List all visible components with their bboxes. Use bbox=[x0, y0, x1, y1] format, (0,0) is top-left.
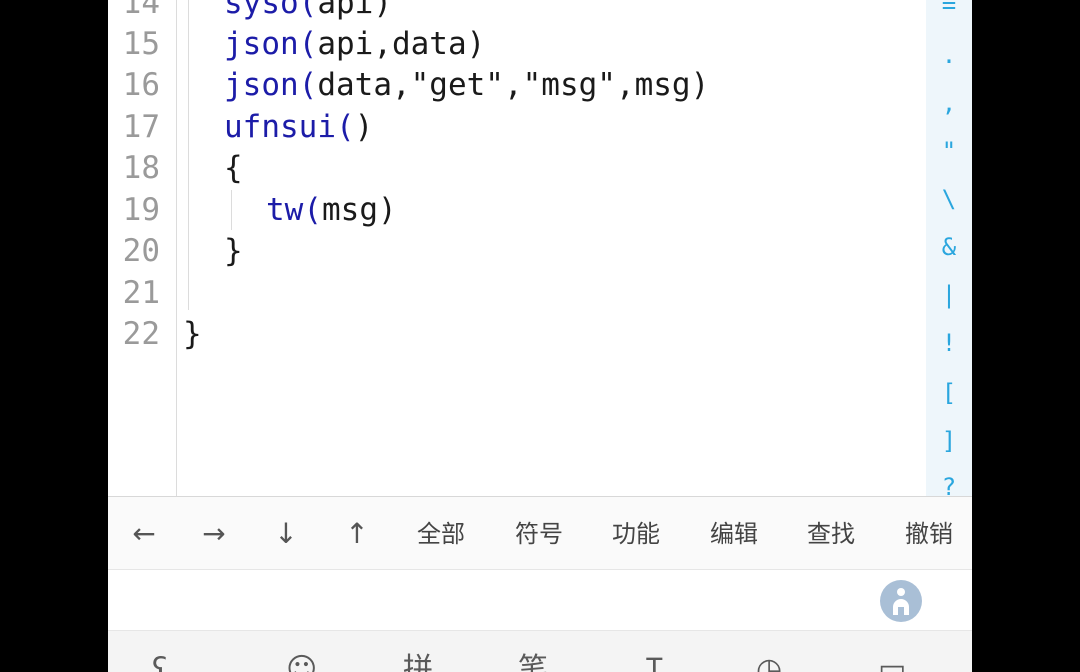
clipboard-icon[interactable]: ◷ bbox=[756, 655, 782, 672]
code-keyword: tw( bbox=[266, 192, 322, 228]
ime-candidate-bar bbox=[108, 570, 972, 630]
symbol-key[interactable]: . bbox=[926, 40, 972, 70]
line-number: 20 bbox=[122, 233, 160, 269]
line-number: 19 bbox=[122, 192, 160, 228]
ime-logo-icon[interactable] bbox=[880, 580, 922, 622]
select-all-button[interactable]: 全部 bbox=[406, 497, 476, 571]
symbol-key[interactable]: " bbox=[926, 136, 972, 166]
code-keyword: json( bbox=[224, 26, 318, 62]
code-editor[interactable]: 14 15 16 17 18 19 20 21 22 syso(api) jso… bbox=[108, 0, 972, 496]
code-line-19[interactable]: tw(msg) bbox=[266, 190, 397, 230]
code-line-20[interactable]: } bbox=[224, 231, 243, 271]
code-text: api) bbox=[317, 0, 392, 21]
code-text: } bbox=[183, 316, 202, 352]
code-text: } bbox=[224, 233, 243, 269]
cursor-left-button[interactable]: ← bbox=[116, 497, 172, 571]
symbol-key[interactable]: ] bbox=[926, 426, 972, 456]
code-text: api,data) bbox=[317, 26, 486, 62]
code-line-17[interactable]: ufnsui() bbox=[224, 107, 373, 147]
code-line-22[interactable]: } bbox=[183, 314, 202, 354]
symbol-key[interactable]: ! bbox=[926, 328, 972, 358]
symbol-key[interactable]: = bbox=[926, 0, 972, 20]
line-number: 17 bbox=[122, 109, 160, 145]
line-number: 14 bbox=[122, 0, 160, 21]
symbol-key[interactable]: | bbox=[926, 280, 972, 310]
symbol-key[interactable]: [ bbox=[926, 378, 972, 408]
code-text: data,"get","msg",msg) bbox=[317, 67, 710, 103]
keyboard-toolbar: ʕ ☺ 拼 笔 Ɪ ◷ ▭ bbox=[108, 630, 972, 672]
find-button[interactable]: 查找 bbox=[796, 497, 866, 571]
code-text: msg) bbox=[322, 192, 397, 228]
code-keyword: json( bbox=[224, 67, 318, 103]
stroke-icon[interactable]: 笔 bbox=[518, 655, 548, 672]
text-cursor-icon[interactable]: Ɪ bbox=[646, 655, 663, 672]
symbol-key[interactable]: ? bbox=[926, 472, 972, 496]
code-line-16[interactable]: json(data,"get","msg",msg) bbox=[224, 65, 709, 105]
line-number-gutter: 14 15 16 17 18 19 20 21 22 bbox=[108, 0, 176, 496]
line-number: 15 bbox=[122, 26, 160, 62]
edit-button[interactable]: 编辑 bbox=[699, 497, 769, 571]
keyboard-icon[interactable]: ▭ bbox=[878, 655, 906, 672]
cursor-right-button[interactable]: → bbox=[186, 497, 242, 571]
code-line-18[interactable]: { bbox=[224, 148, 243, 188]
code-text: ) bbox=[354, 109, 374, 145]
code-line-14[interactable]: syso(api) bbox=[224, 0, 392, 23]
editor-toolbar: ← → ↓ ↑ 全部 符号 功能 编辑 查找 撤销 bbox=[108, 496, 972, 570]
code-line-15[interactable]: json(api,data) bbox=[224, 24, 485, 64]
symbols-button[interactable]: 符号 bbox=[504, 497, 574, 571]
symbol-quickbar: = . , " \ & | ! [ ] ? bbox=[926, 0, 972, 496]
indent-guide bbox=[231, 190, 232, 230]
code-keyword: syso( bbox=[224, 0, 318, 21]
gutter-divider bbox=[176, 0, 177, 496]
symbol-key[interactable]: , bbox=[926, 88, 972, 118]
line-number: 16 bbox=[122, 67, 160, 103]
cursor-down-button[interactable]: ↓ bbox=[258, 497, 314, 571]
line-number: 22 bbox=[122, 316, 160, 352]
code-keyword: ufnsui( bbox=[224, 109, 355, 145]
pinyin-icon[interactable]: 拼 bbox=[403, 655, 433, 672]
app-screen: 14 15 16 17 18 19 20 21 22 syso(api) jso… bbox=[108, 0, 972, 672]
bear-icon[interactable]: ʕ bbox=[152, 655, 167, 672]
code-text: { bbox=[224, 150, 243, 186]
symbol-key[interactable]: & bbox=[926, 232, 972, 262]
undo-button[interactable]: 撤销 bbox=[894, 497, 964, 571]
emoji-icon[interactable]: ☺ bbox=[286, 655, 317, 672]
symbol-key[interactable]: \ bbox=[926, 184, 972, 214]
line-number: 21 bbox=[122, 275, 160, 311]
indent-guide bbox=[188, 0, 189, 310]
cursor-up-button[interactable]: ↑ bbox=[329, 497, 385, 571]
functions-button[interactable]: 功能 bbox=[601, 497, 671, 571]
line-number: 18 bbox=[122, 150, 160, 186]
